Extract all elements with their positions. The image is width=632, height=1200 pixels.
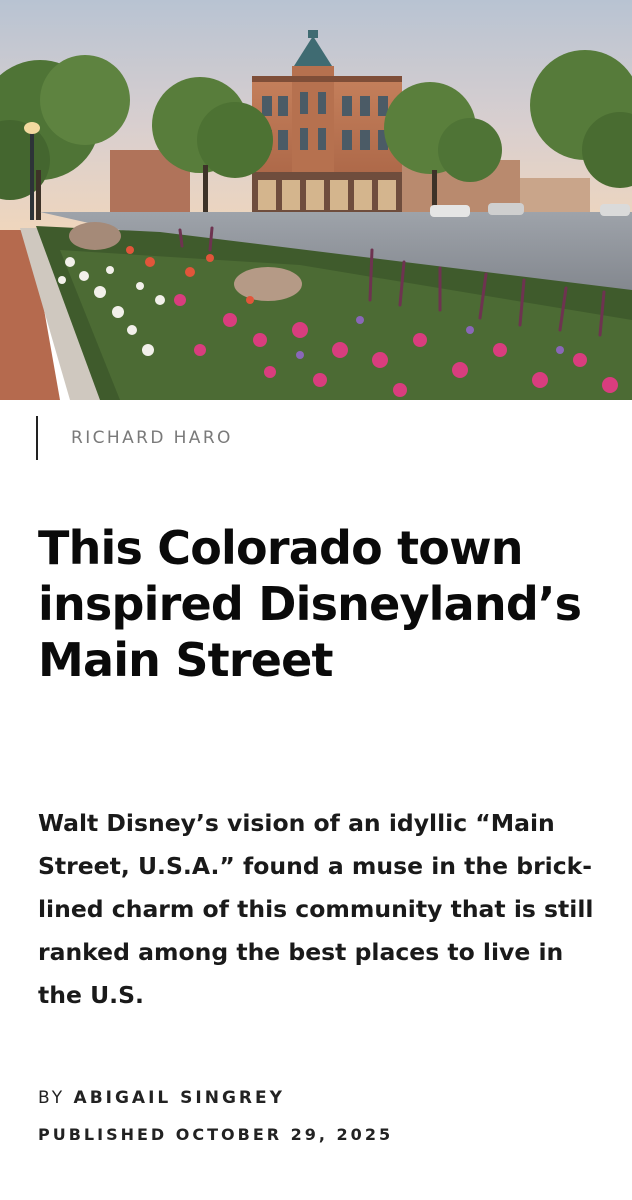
hero-image — [0, 0, 632, 400]
article-headline: This Colorado town inspired Disneyland’s… — [38, 521, 582, 687]
photo-credit: RICHARD HARO — [36, 416, 233, 460]
byline-prefix: BY — [38, 1088, 66, 1108]
photo-credit-text: RICHARD HARO — [71, 428, 233, 448]
hero-illustration — [0, 0, 632, 400]
article-dek: Walt Disney’s vision of an idyllic “Main… — [38, 809, 594, 1009]
byline: BY ABIGAIL SINGREY — [38, 1088, 285, 1108]
byline-author[interactable]: ABIGAIL SINGREY — [74, 1088, 285, 1108]
credit-divider — [36, 416, 38, 460]
distant-building — [520, 178, 590, 212]
publish-date: PUBLISHED OCTOBER 29, 2025 — [38, 1125, 394, 1144]
article-page: RICHARD HARO This Colorado town inspired… — [0, 0, 632, 1200]
